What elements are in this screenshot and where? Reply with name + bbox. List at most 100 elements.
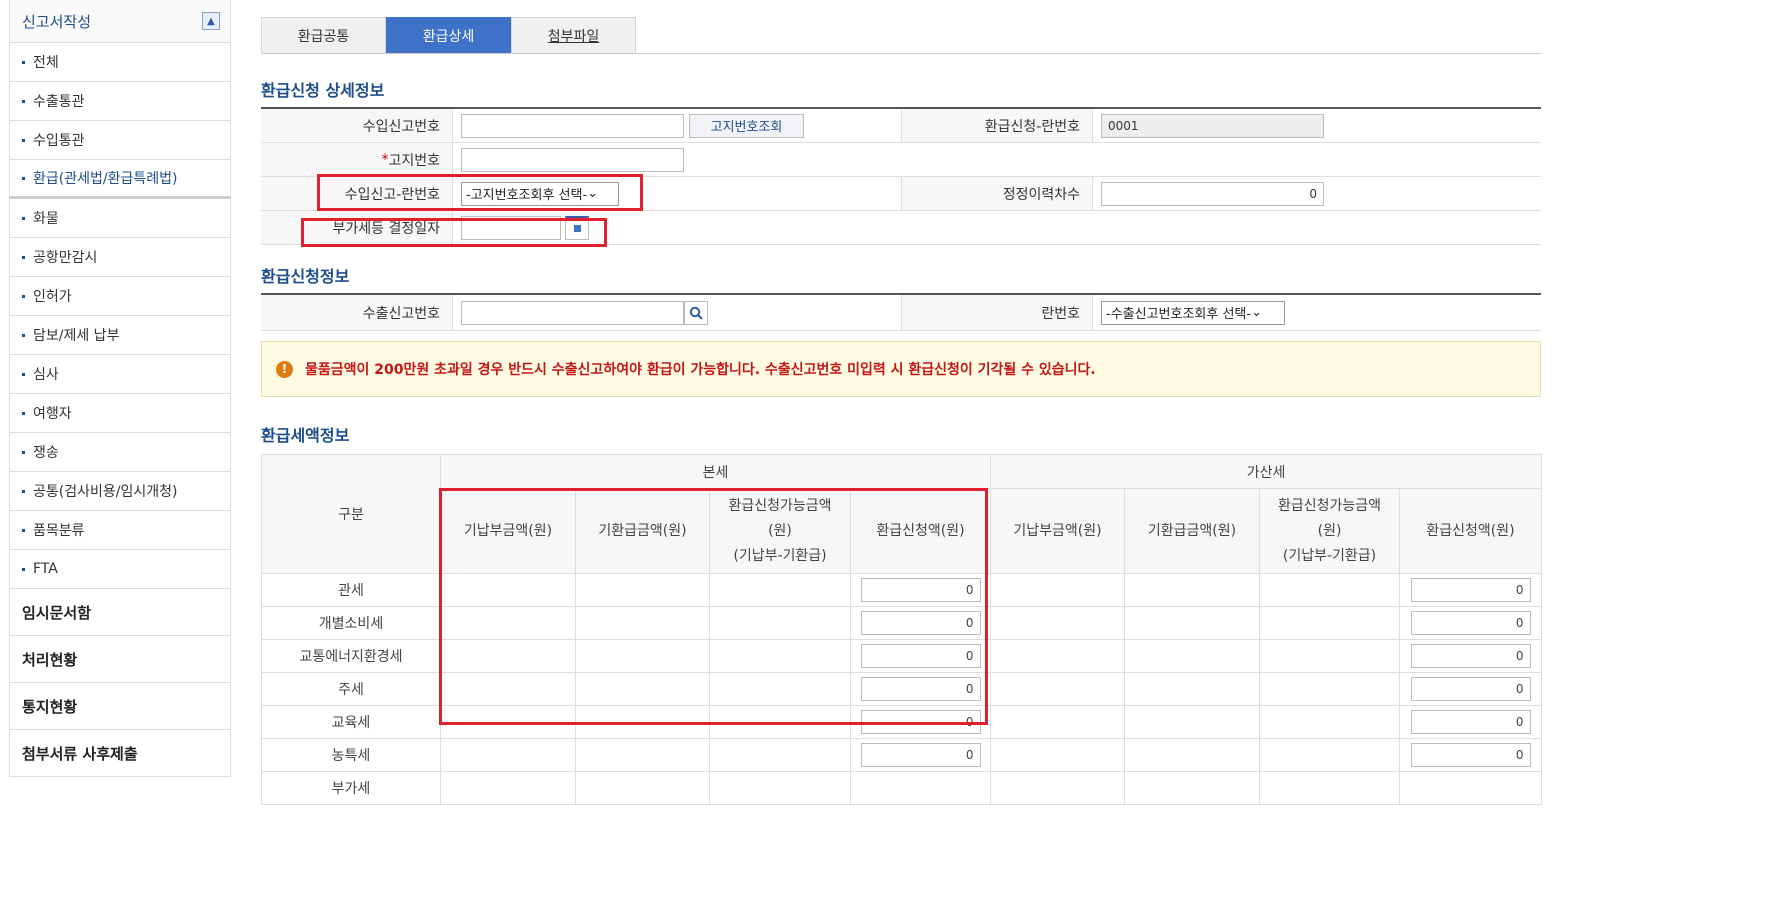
sidebar-item[interactable]: 쟁송 bbox=[9, 433, 231, 472]
amount-cell bbox=[709, 705, 851, 739]
amount-cell bbox=[1124, 705, 1261, 739]
col-add-refunded: 기환급금액(원) bbox=[1124, 488, 1261, 574]
sidebar-item[interactable]: 화물 bbox=[9, 199, 231, 238]
sidebar-header[interactable]: 신고서작성 ▲ bbox=[9, 0, 231, 43]
tab-refund-detail[interactable]: 환급상세 bbox=[386, 17, 511, 54]
add-request-input[interactable]: 0 bbox=[1410, 611, 1531, 635]
notice-no-input[interactable] bbox=[461, 147, 684, 172]
sidebar-item[interactable]: 품목분류 bbox=[9, 511, 231, 550]
amount-cell bbox=[575, 672, 710, 706]
notice-lookup-button[interactable]: 고지번호조회 bbox=[689, 113, 804, 138]
export-decl-no-input[interactable] bbox=[461, 300, 684, 325]
tab-attachment[interactable]: 첨부파일 bbox=[511, 17, 636, 54]
request-cell: 0 bbox=[1399, 573, 1543, 607]
line-no-select[interactable]: -수출신고번호조회후 선택- ⌄ bbox=[1101, 300, 1285, 325]
amount-cell bbox=[990, 705, 1126, 739]
amount-cell bbox=[709, 606, 851, 640]
amount-cell bbox=[990, 573, 1126, 607]
warning-text: 물품금액이 200만원 초과일 경우 반드시 수출신고하여야 환급이 가능합니다… bbox=[305, 362, 1096, 378]
amount-cell bbox=[990, 672, 1126, 706]
amount-section-title: 환급세액정보 bbox=[261, 426, 350, 445]
amount-cell bbox=[1124, 771, 1261, 805]
add-request-input[interactable]: 0 bbox=[1410, 578, 1531, 602]
request-cell: 0 bbox=[1399, 639, 1543, 673]
bullet-icon bbox=[22, 138, 25, 142]
sidebar-top-item[interactable]: 통지현황 bbox=[9, 683, 231, 730]
amount-cell bbox=[990, 606, 1126, 640]
sidebar-item-label: 공항만감시 bbox=[33, 250, 98, 266]
request-cell: 0 bbox=[1399, 606, 1543, 640]
group-main-tax: 본세 bbox=[439, 454, 992, 489]
main-request-input[interactable]: 0 bbox=[860, 611, 981, 635]
request-cell bbox=[849, 771, 992, 805]
bullet-icon bbox=[22, 372, 25, 376]
amount-cell bbox=[440, 771, 576, 805]
sidebar-item[interactable]: 인허가 bbox=[9, 277, 231, 316]
vat-date-input[interactable] bbox=[461, 215, 561, 240]
revision-count-label: 정정이력차수 bbox=[901, 177, 1093, 210]
add-request-input[interactable]: 0 bbox=[1410, 743, 1531, 767]
sidebar-top-item[interactable]: 처리현황 bbox=[9, 636, 231, 683]
request-cell: 0 bbox=[849, 573, 992, 607]
import-line-select[interactable]: -고지번호조회후 선택- ⌄ bbox=[461, 181, 619, 206]
main-request-input[interactable]: 0 bbox=[860, 677, 981, 701]
table-row: 교육세 0 0 bbox=[261, 705, 1543, 739]
export-decl-no-label: 수출신고번호 bbox=[261, 295, 453, 330]
sidebar-item[interactable]: 수입통관 bbox=[9, 121, 231, 160]
main-request-input[interactable]: 0 bbox=[860, 644, 981, 668]
add-request-input[interactable]: 0 bbox=[1410, 644, 1531, 668]
sidebar-top-item[interactable]: 임시문서함 bbox=[9, 589, 231, 636]
calendar-icon[interactable] bbox=[565, 215, 589, 240]
amount-cell bbox=[440, 639, 576, 673]
sidebar-item[interactable]: 수출통관 bbox=[9, 82, 231, 121]
sidebar-item-label: 환급(관세법/환급특례법) bbox=[33, 171, 178, 187]
chevron-down-icon: ⌄ bbox=[587, 186, 599, 201]
warning-icon: ! bbox=[276, 360, 293, 378]
sidebar-top-item[interactable]: 첨부서류 사후제출 bbox=[9, 730, 231, 777]
amount-cell bbox=[575, 771, 710, 805]
sidebar-item[interactable]: 담보/제세 납부 bbox=[9, 316, 231, 355]
row-label: 교통에너지환경세 bbox=[261, 639, 441, 673]
bullet-icon bbox=[22, 176, 25, 180]
add-request-input[interactable]: 0 bbox=[1410, 677, 1531, 701]
sidebar-item[interactable]: FTA bbox=[9, 550, 231, 589]
row-label: 주세 bbox=[261, 672, 441, 706]
line-no-label: 란번호 bbox=[901, 295, 1093, 330]
refund-line-no-label: 환급신청-란번호 bbox=[901, 109, 1093, 142]
import-decl-no-label: 수입신고번호 bbox=[261, 109, 453, 142]
import-decl-no-input[interactable] bbox=[461, 113, 684, 138]
add-request-input[interactable]: 0 bbox=[1410, 710, 1531, 734]
bullet-icon bbox=[22, 567, 25, 571]
amount-cell bbox=[1124, 738, 1261, 772]
sidebar-item-label: 쟁송 bbox=[33, 445, 59, 461]
search-icon[interactable] bbox=[684, 300, 708, 325]
amount-cell bbox=[1124, 672, 1261, 706]
tab-refund-common[interactable]: 환급공통 bbox=[261, 17, 386, 54]
sidebar-item-label: 공통(검사비용/임시개청) bbox=[33, 484, 178, 500]
main-request-input[interactable]: 0 bbox=[860, 743, 981, 767]
col-main-available: 환급신청가능금액 (원) (기납부-기환급) bbox=[709, 488, 851, 574]
table-row: 주세 0 0 bbox=[261, 672, 1543, 706]
amount-cell bbox=[709, 672, 851, 706]
bullet-icon bbox=[22, 60, 25, 64]
sidebar-item[interactable]: 공항만감시 bbox=[9, 238, 231, 277]
collapse-up-icon[interactable]: ▲ bbox=[202, 12, 220, 30]
sidebar-item[interactable]: 공통(검사비용/임시개청) bbox=[9, 472, 231, 511]
sidebar-item[interactable]: 전체 bbox=[9, 43, 231, 82]
table-row: 부가세 bbox=[261, 771, 1543, 805]
detail-form: 수입신고번호 고지번호조회 환급신청-란번호 0001 * 고지번호 수입신고-란… bbox=[261, 107, 1541, 245]
request-cell bbox=[1399, 771, 1543, 805]
sidebar-item[interactable]: 여행자 bbox=[9, 394, 231, 433]
sidebar-item[interactable]: 심사 bbox=[9, 355, 231, 394]
request-cell: 0 bbox=[849, 606, 992, 640]
required-mark: * bbox=[381, 151, 389, 168]
table-row: 교통에너지환경세 0 0 bbox=[261, 639, 1543, 673]
revision-count-input[interactable]: 0 bbox=[1101, 181, 1324, 206]
table-row: 개별소비세 0 0 bbox=[261, 606, 1543, 640]
sidebar-item[interactable]: 환급(관세법/환급특례법) bbox=[9, 160, 231, 199]
main-request-input[interactable]: 0 bbox=[860, 578, 981, 602]
request-cell: 0 bbox=[849, 672, 992, 706]
amount-cell bbox=[709, 639, 851, 673]
refund-request-section-title: 환급신청정보 bbox=[261, 267, 350, 286]
main-request-input[interactable]: 0 bbox=[860, 710, 981, 734]
